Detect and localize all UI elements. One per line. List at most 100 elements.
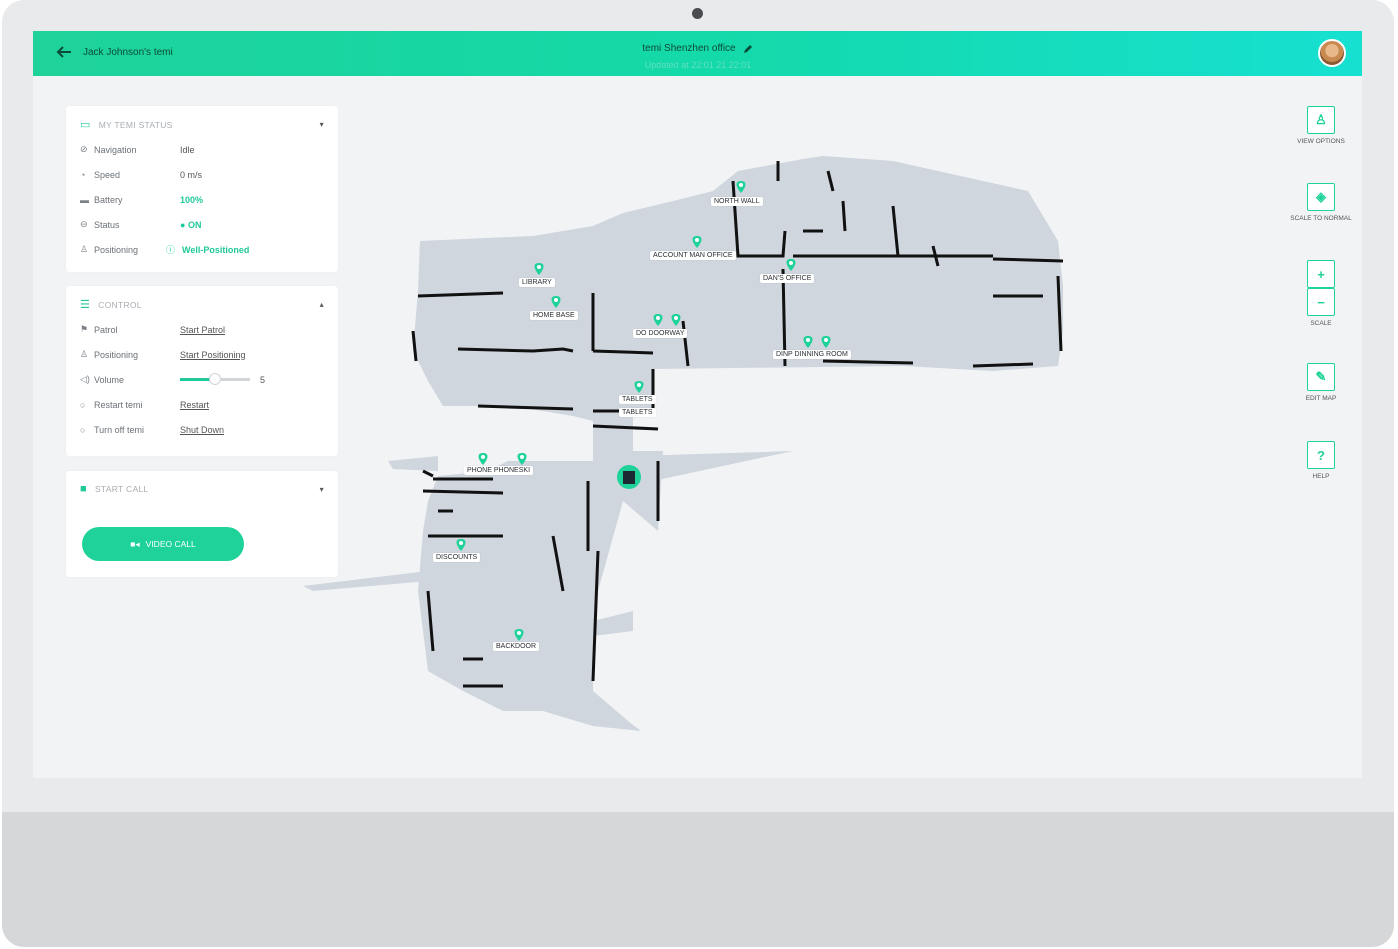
control-label: Positioning [94,349,139,360]
positioning-icon: ♙ [80,349,89,359]
map-label-discounts[interactable]: DISCOUNTS [433,553,481,562]
zoom-in-icon[interactable]: + [1307,260,1335,288]
location-pin-dot [695,238,699,242]
sliders-icon: ☰ [80,299,91,311]
volume-slider-knob[interactable] [209,373,221,385]
recenter-icon[interactable]: ◈ [1307,183,1335,211]
video-call-label: VIDEO CALL [145,539,196,549]
map-label-do-doorway[interactable]: DO DOORWAY [633,329,688,338]
control-row-positioning: ♙ Positioning Start Positioning [66,342,338,367]
status-row-speed: ◔ Speed 0 m/s [66,162,338,187]
start-patrol-link[interactable]: Start Patrol [180,325,225,335]
restart-link[interactable]: Restart [180,400,209,410]
map-label-home-base[interactable]: HOME BASE [530,311,578,320]
scale-caption: SCALE [1310,320,1332,327]
location-pin-dot [459,541,463,545]
volume-value: 5 [260,374,266,385]
call-panel-title: START CALL [94,484,149,494]
status-panel-header[interactable]: ▭ MY TEMI STATUS ▾ [66,106,338,137]
help-caption: HELP [1312,473,1330,480]
device-chin [2,812,1394,947]
control-row-patrol: ⚑ Patrol Start Patrol [66,317,338,342]
map-label-library[interactable]: LIBRARY [519,278,555,287]
map-label-tablets-1[interactable]: TABLETS [619,395,656,404]
device-frame: Jack Johnson's temi temi Shenzhen office… [2,0,1394,947]
location-pin-dot [517,631,521,635]
location-pin-dot [824,338,828,342]
status-row-positioning: ♙ Positioning ⓘ Well-Positioned [66,237,338,262]
pencil-icon[interactable]: ✎ [1307,363,1335,391]
collapse-caret-icon[interactable]: ▾ [320,485,324,494]
status-row-battery: ▬ Battery 100% [66,187,338,212]
control-label: Patrol [94,324,118,335]
location-pin-dot [789,261,793,265]
info-icon[interactable]: ⓘ [166,243,182,256]
map-label-account-man-office[interactable]: ACCOUNT MAN OFFICE [650,251,736,260]
collapse-caret-icon[interactable]: ▴ [320,300,324,309]
volume-icon: ◁) [80,374,90,384]
location-pin-dot [537,265,541,269]
call-panel: ■ START CALL ▾ ■◂ VIDEO CALL [66,471,338,577]
status-row-navigation: ⊘ Navigation Idle [66,137,338,162]
speed-icon: ◔ [80,169,86,180]
video-call-button[interactable]: ■◂ VIDEO CALL [82,527,244,561]
edit-map-tool[interactable]: ✎ EDIT MAP [1283,363,1359,403]
zoom-out-icon[interactable]: − [1307,288,1335,316]
status-value: ● ON [180,219,202,230]
location-pin-dot [739,183,743,187]
map-label-dans-office[interactable]: DAN'S OFFICE [760,274,815,283]
status-label: Navigation [94,144,137,155]
view-options-tool[interactable]: ♙ VIEW OPTIONS [1283,106,1359,146]
collapse-caret-icon[interactable]: ▾ [320,120,324,129]
control-label: Volume [94,374,125,385]
battery-icon: ▬ [80,194,89,205]
control-label: Turn off temi [94,424,145,435]
status-on-text: ON [187,219,202,230]
shut-down-link[interactable]: Shut Down [180,425,224,435]
map-label-phone[interactable]: PHONE PHONESKI [464,466,534,475]
control-panel: ☰ CONTROL ▴ ⚑ Patrol Start Patrol ♙ Posi… [66,286,338,456]
location-pin-dot [637,383,641,387]
location-pin-dot [656,316,660,320]
person-icon[interactable]: ♙ [1307,106,1335,134]
control-row-shutdown: ○ Turn off temi Shut Down [66,417,338,442]
location-pin-dot [554,298,558,302]
location-pin-dot [520,455,524,459]
map-label-north-wall[interactable]: NORTH WALL [711,197,763,206]
control-panel-title: CONTROL [98,299,142,310]
camera-dot [692,8,703,19]
robot-status-icon: ▭ [80,119,91,131]
control-row-volume: ◁) Volume 5 [66,367,338,392]
status-label: Speed [94,169,121,180]
scale-to-normal-tool[interactable]: ◈ SCALE TO NORMAL [1283,183,1359,223]
status-value: Idle [180,144,195,155]
map-label-backdoor[interactable]: BACKDOOR [493,642,540,651]
power-icon: ○ [80,424,86,435]
status-label: Status [94,219,120,230]
map-label-tablets-2[interactable]: TABLETS [619,408,656,417]
status-panel-title: MY TEMI STATUS [98,119,173,130]
positioning-icon: ♙ [80,244,89,254]
volume-slider[interactable] [180,373,250,385]
help-icon[interactable]: ? [1307,441,1335,469]
control-label: Restart temi [94,399,143,410]
status-value: 0 m/s [180,169,203,180]
map-label-dining-room[interactable]: DINP DINNING ROOM [773,350,851,359]
view-options-caption: VIEW OPTIONS [1297,138,1345,145]
navigation-icon: ⊘ [80,144,88,154]
status-label: Battery [94,194,123,205]
call-panel-header[interactable]: ■ START CALL ▾ [66,471,338,501]
control-panel-header[interactable]: ☰ CONTROL ▴ [66,286,338,317]
location-pin-dot [481,455,485,459]
scale-to-normal-caption: SCALE TO NORMAL [1290,215,1352,222]
restart-icon: ○ [80,399,86,410]
start-positioning-link[interactable]: Start Positioning [180,350,246,360]
video-camera-icon: ■◂ [130,538,140,549]
location-pin-dot [674,316,678,320]
help-tool[interactable]: ? HELP [1283,441,1359,481]
power-status-icon: ⊖ [80,219,88,229]
status-row-status: ⊖ Status ● ON [66,212,338,237]
status-panel: ▭ MY TEMI STATUS ▾ ⊘ Navigation Idle ◔ S… [66,106,338,272]
map-robot [617,465,641,489]
status-value: 100% [180,194,204,205]
